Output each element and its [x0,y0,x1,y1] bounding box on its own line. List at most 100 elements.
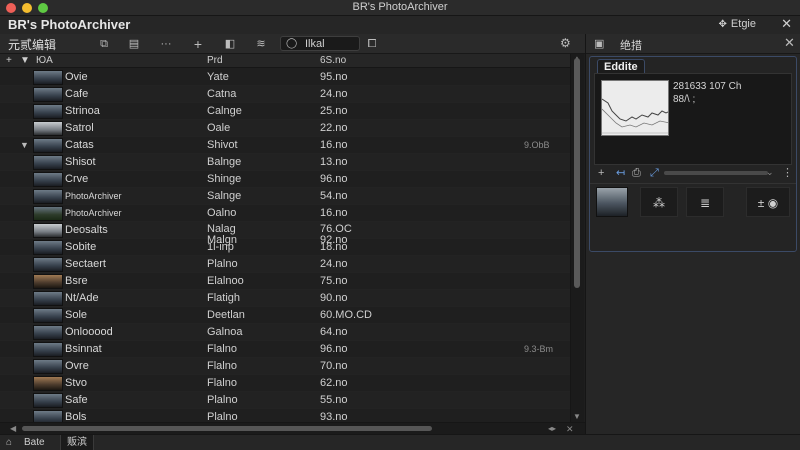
adjust-icon[interactable]: ± ◉ [746,187,790,217]
grid-icon[interactable]: ⁂ [640,187,678,217]
photo-list: + ▼ ЮA Prd 6S.no Ovie Yate 95.no Cafe Catna 2… [0,54,570,430]
row-name: Satrol [65,122,94,134]
editor-thumbnails: ⁂ ≣ ± ◉ [596,187,792,217]
table-row[interactable]: Cafe Catna 24.no [0,86,570,103]
status-tab-0[interactable]: Bate [18,435,51,450]
table-row[interactable]: Safe Plalno 55.no [0,392,570,409]
app-title: BR's PhotoArchiver [8,17,131,32]
table-row[interactable]: Nt/Ade Flatigh 90.no [0,290,570,307]
metadata-line-1: 281633 107 Ch [673,81,742,92]
add-row-icon[interactable]: + [6,54,12,68]
window-title: BR's PhotoArchiver [352,1,448,13]
table-row[interactable]: PhotoArchiver Oalno 16.no [0,205,570,222]
row-size: 90.no [320,292,348,304]
home-icon[interactable]: ⌂ [6,437,12,448]
add-icon[interactable]: + [598,166,604,180]
row-size: 13.no [320,156,348,168]
more-icon[interactable]: ··· [158,36,174,52]
row-size: 54.no [320,190,348,202]
layers-icon[interactable]: ≣ [686,187,724,217]
panel-icon[interactable]: ▣ [594,37,604,50]
table-row[interactable]: Onlooood Galnoa 64.no [0,324,570,341]
inspector-header: ▣ 绝措 ✕ [586,34,800,54]
row-thumbnail [33,342,63,357]
row-size: 16.no [320,139,348,151]
app-header: BR's PhotoArchiver ✥ Etgie ✕ [0,16,800,34]
table-row[interactable]: Sole Deetlan 60.MO.CD [0,307,570,324]
row-type: Oale [207,122,231,134]
table-row[interactable]: Stvo Flalno 62.no [0,375,570,392]
table-row[interactable]: ▼ Catas Shivot 16.no 9.ObB [0,137,570,154]
expand-icon[interactable]: ⤢ [650,166,659,180]
column-type[interactable]: Prd [207,54,223,68]
scroll-down-icon[interactable]: ▼ [573,412,581,421]
row-type: Deetlan [207,309,245,321]
more-icon[interactable]: ⋮ [782,166,793,179]
layout-icon[interactable]: ▤ [126,36,142,52]
copy-icon[interactable]: ⧉ [96,36,112,52]
row-size: 70.no [320,360,348,372]
horizontal-scroll-thumb[interactable] [22,426,432,431]
table-row[interactable]: Bsre Elalnoo 75.no [0,273,570,290]
preview-image [601,80,669,136]
editor-tab[interactable]: Eddite [597,59,645,73]
vertical-scroll-thumb[interactable] [574,58,580,288]
list-horizontal-scrollbar[interactable]: ◀ ◂▸ ✕ [0,422,585,434]
slider-chevron-icon[interactable]: ⌄ [766,167,774,178]
table-row[interactable]: Sectaert Plalno 24.no [0,256,570,273]
row-thumbnail [33,172,63,187]
row-thumbnail [33,104,63,119]
close-icon[interactable]: ✕ [781,16,792,32]
row-thumbnail [33,189,63,204]
table-row[interactable]: Deosalts Nalag Malgn 76.OC 92.no [0,222,570,246]
row-name: Strinoa [65,105,100,117]
new-tab-icon[interactable]: ⧠ [364,36,380,52]
row-thumbnail [33,138,63,153]
thumbnail-image[interactable] [596,187,628,217]
table-row[interactable]: Strinoa Calnge 25.no [0,103,570,120]
row-type: Elalnoo [207,275,244,287]
row-thumbnail [33,291,63,306]
preview-graph [602,81,668,135]
row-thumbnail [33,393,63,408]
row-name: Nt/Ade [65,292,99,304]
table-row[interactable]: Sobite 1l-inp 18.no [0,239,570,256]
table-row[interactable]: Ovre Flalno 70.no [0,358,570,375]
search-input[interactable] [305,37,359,50]
list-vertical-scrollbar[interactable]: ▲ ▼ [570,54,584,430]
status-bar: ⌂ Bate 贩滨 [0,434,800,450]
table-row[interactable]: Shisot Balnge 13.no [0,154,570,171]
collapse-all-icon[interactable]: ▼ [20,54,30,68]
table-row[interactable]: PhotoArchiver Salnge 54.no [0,188,570,205]
trash-icon[interactable]: ⎙ [632,166,641,180]
search-box[interactable]: ◯ [280,36,360,51]
gear-icon[interactable]: ⚙ [560,36,571,50]
row-thumbnail [33,240,63,255]
close-icon[interactable]: ✕ [784,35,795,51]
table-row[interactable]: Crve Shinge 96.no [0,171,570,188]
row-size: 64.no [320,326,348,338]
editor-slider[interactable] [664,171,768,175]
database-icon[interactable]: ≋ [253,36,269,52]
row-name: Ovre [65,360,89,372]
app-right-menu[interactable]: ✥ Etgie [719,18,756,30]
row-name: Ovie [65,71,88,83]
row-name: Bsre [65,275,88,287]
table-row[interactable]: Ovie Yate 95.no [0,69,570,86]
row-type: Flalno [207,343,237,355]
editor-preview-area: 281633 107 Ch 88/\ ; [594,73,792,165]
table-row[interactable]: Bsinnat Flalno 96.no 9.3-Bm [0,341,570,358]
table-row[interactable]: Satrol Oale 22.no [0,120,570,137]
column-size[interactable]: 6S.no [320,54,346,68]
add-icon[interactable]: + [190,36,206,52]
back-icon[interactable]: ↤ [616,166,625,180]
row-thumbnail [33,121,63,136]
row-type: Balnge [207,156,242,168]
editor-box: Eddite 281633 107 Ch 88/\ ; + ↤ ⎙ ⤢ ⌄ ⋮ … [589,56,797,252]
disclosure-triangle-icon[interactable]: ▼ [20,137,29,154]
stack-icon[interactable]: ◧ [222,36,238,52]
preview-metadata: 281633 107 Ch 88/\ ; [673,80,741,106]
row-name: Deosalts [65,224,108,236]
column-name[interactable]: ЮA [36,54,53,68]
status-tab-1[interactable]: 贩滨 [60,435,94,450]
